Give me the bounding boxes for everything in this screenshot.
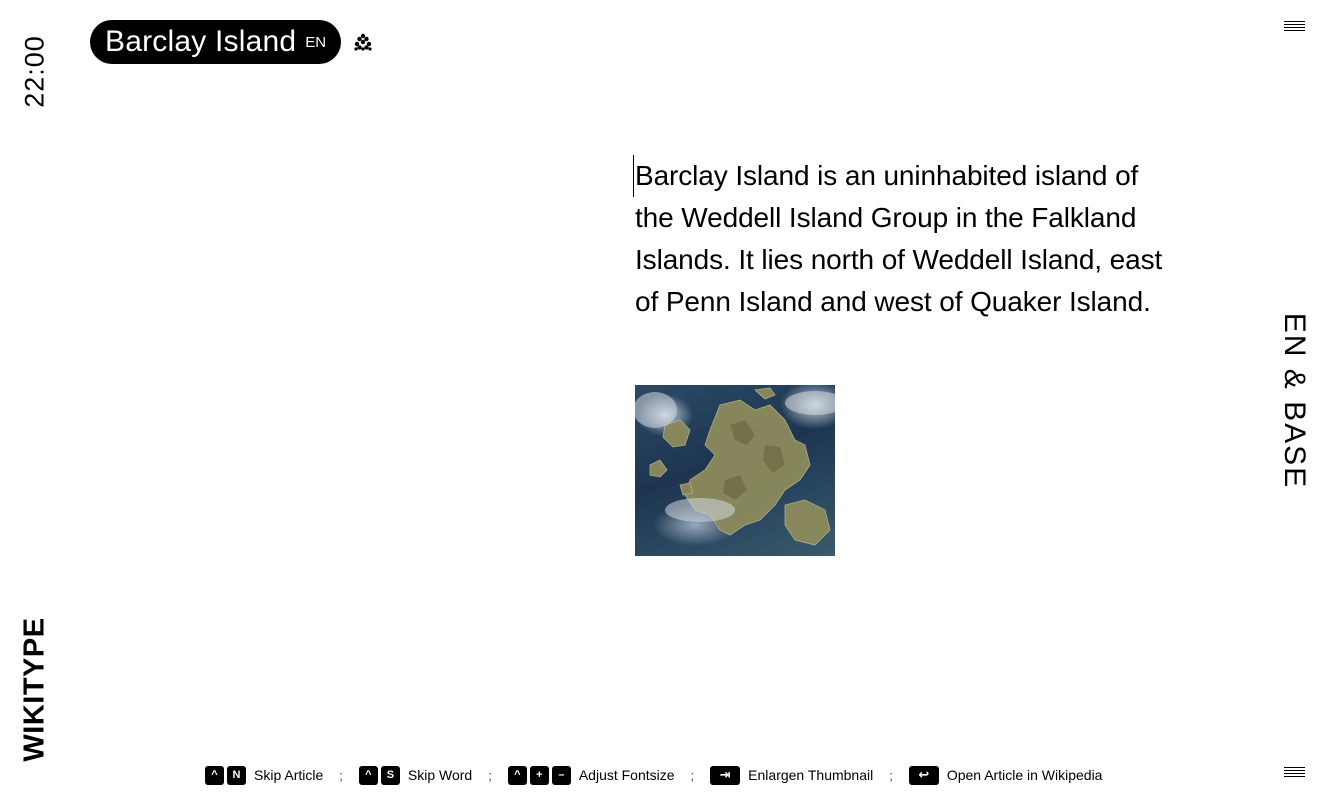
clock: 22:00 <box>19 35 50 108</box>
ctrl-key-icon: ^ <box>358 765 378 785</box>
ctrl-key-icon: ^ <box>205 765 224 785</box>
article-title-pill[interactable]: Barclay Island EN <box>90 20 342 64</box>
plus-key-icon: + <box>529 765 549 785</box>
article-title: Barclay Island <box>105 25 297 58</box>
ctrl-key-icon: ^ <box>507 765 527 785</box>
n-key-icon: N <box>227 765 246 785</box>
separator: ; <box>339 767 343 783</box>
minus-key-icon: – <box>551 765 571 785</box>
article-body: Barclay Island is an uninhabited island … <box>635 160 1163 317</box>
shortcut-label: Skip Word <box>407 767 473 783</box>
hamburger-icon[interactable] <box>1284 21 1305 32</box>
shortcut-enlargen-thumbnail[interactable]: ⇥ Enlargen Thumbnail <box>710 765 874 785</box>
satellite-image <box>635 387 835 546</box>
language-mode-label[interactable]: EN & BASE <box>1277 301 1311 501</box>
shortcut-skip-article[interactable]: ^ N Skip Article <box>205 765 324 785</box>
wikitype-page: 22:00 WIKITYPE EN & BASE Barclay Island … <box>0 0 1330 800</box>
keyboard-shortcuts-bar: ^ N Skip Article ; ^ S Skip Word ; ^ + –… <box>205 765 1102 785</box>
separator: ; <box>690 767 695 783</box>
shortcut-label: Open Article in Wikipedia <box>946 767 1103 783</box>
shortcut-label: Adjust Fontsize <box>578 767 675 783</box>
shortcut-label: Skip Article <box>254 767 324 783</box>
tab-key-icon: ⇥ <box>710 765 741 785</box>
separator: ; <box>889 767 893 783</box>
article-thumbnail[interactable] <box>635 385 835 556</box>
cluster-dots-icon[interactable] <box>353 32 373 52</box>
enter-key-icon: ↩ <box>908 765 939 785</box>
shortcut-skip-word[interactable]: ^ S Skip Word <box>358 765 473 785</box>
s-key-icon: S <box>380 765 400 785</box>
text-cursor <box>633 155 634 197</box>
hamburger-icon[interactable] <box>1284 767 1305 778</box>
shortcut-open-wikipedia[interactable]: ↩ Open Article in Wikipedia <box>908 765 1103 785</box>
brand-logo: WIKITYPE <box>18 617 51 762</box>
shortcut-label: Enlargen Thumbnail <box>748 767 874 783</box>
language-badge: EN <box>305 33 327 51</box>
separator: ; <box>488 767 492 783</box>
shortcut-adjust-fontsize[interactable]: ^ + – Adjust Fontsize <box>507 765 675 785</box>
